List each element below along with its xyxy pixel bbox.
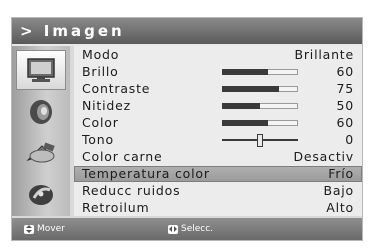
setting-label: Brillo [82, 64, 119, 79]
setting-label: Modo [82, 47, 120, 62]
setting-slider[interactable] [222, 86, 298, 92]
setting-value: 60 [336, 64, 354, 79]
slider-fill [222, 86, 279, 92]
balance-slider-knob[interactable] [258, 135, 262, 146]
menu-row-tono[interactable]: Tono 0 [74, 132, 362, 148]
setting-label: Contraste [82, 81, 151, 96]
sound-category-tab[interactable] [16, 92, 66, 132]
setting-value: 60 [336, 115, 354, 130]
setting-label: Reducc ruidos [82, 183, 181, 198]
menu-footer: Mover Selecc. [12, 218, 362, 240]
menu-row-color-carne[interactable]: Color carne Desactiv [74, 149, 362, 165]
setting-value: 75 [336, 81, 354, 96]
menu-row-retroilum[interactable]: Retroilum Alto [74, 200, 362, 216]
setting-slider[interactable] [222, 69, 298, 75]
sound-icon [30, 100, 52, 124]
setting-slider[interactable] [222, 103, 298, 109]
select-hint: Selecc. [168, 224, 213, 234]
category-sidebar [12, 46, 70, 216]
slider-fill [222, 120, 268, 126]
setting-value: Frío [328, 166, 354, 181]
updown-arrows-icon [24, 224, 34, 234]
move-hint: Mover [24, 224, 65, 234]
menu-row-nitidez[interactable]: Nitidez 50 [74, 98, 362, 114]
setting-label: Temperatura color [82, 166, 210, 181]
menu-row-color[interactable]: Color 60 [74, 115, 362, 131]
menu-row-modo[interactable]: Modo Brillante [74, 47, 362, 63]
menu-row-contraste[interactable]: Contraste 75 [74, 81, 362, 97]
menu-row-brillo[interactable]: Brillo 60 [74, 64, 362, 80]
leftright-arrows-icon [168, 224, 178, 234]
setting-label: Nitidez [82, 98, 131, 113]
menu-row-reducc-ruidos[interactable]: Reducc ruidos Bajo [74, 183, 362, 199]
menu-title-bar: > Imagen [12, 18, 362, 46]
select-label: Selecc. [181, 224, 214, 234]
setting-value: Brillante [294, 47, 354, 62]
setting-label: Color [82, 115, 119, 130]
osd-menu: > Imagen Modo Brillante Brillo 60 Contra… [12, 18, 362, 240]
picture-category-tab[interactable] [16, 50, 66, 90]
picture-icon [27, 58, 55, 82]
channel-category-tab[interactable] [16, 134, 66, 174]
setup-category-tab[interactable] [16, 174, 66, 214]
satellite-icon [26, 142, 55, 163]
tv-osd-screen: > Imagen Modo Brillante Brillo 60 Contra… [0, 0, 375, 252]
picture-settings-list: Modo Brillante Brillo 60 Contraste 75 Nitidez 5… [74, 46, 362, 216]
setting-value: 0 [345, 132, 354, 147]
setting-value: Alto [326, 200, 354, 215]
slider-fill [222, 103, 260, 109]
menu-title: > Imagen [20, 22, 125, 40]
move-label: Mover [37, 224, 65, 234]
slider-fill [222, 69, 268, 75]
setting-label: Retroilum [82, 200, 150, 215]
setting-label: Tono [82, 132, 114, 147]
setting-slider[interactable] [222, 120, 298, 126]
setting-value: 50 [336, 98, 354, 113]
menu-row-temperatura-color[interactable]: Temperatura color Frío [74, 166, 362, 182]
setting-label: Color carne [82, 149, 163, 164]
setting-value: Bajo [323, 183, 354, 198]
settings-disc-icon [29, 185, 53, 205]
setting-value: Desactiv [293, 149, 354, 164]
